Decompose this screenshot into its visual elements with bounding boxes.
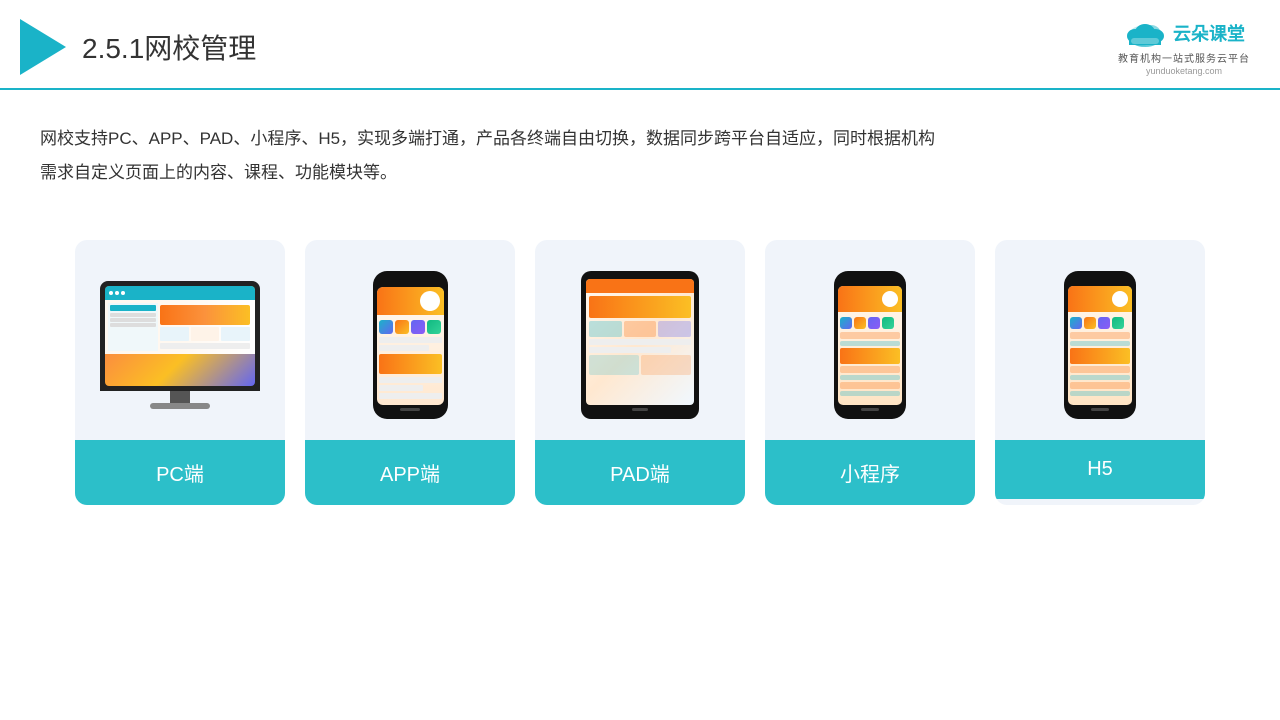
header-left: 2.5.1网校管理 (20, 19, 256, 75)
h5-avatar (1112, 291, 1128, 307)
card-h5-label: H5 (995, 440, 1205, 499)
mini-phone-screen-h5 (1068, 286, 1132, 405)
monitor-body (100, 281, 260, 391)
monitor-screen (105, 286, 255, 386)
page-title: 2.5.1网校管理 (82, 27, 256, 67)
description-line2: 需求自定义页面上的内容、课程、功能模块等。 (40, 156, 1060, 190)
monitor-stand (150, 403, 210, 409)
phone-home-app (400, 408, 420, 411)
card-pc-label: PC端 (75, 440, 285, 505)
monitor-neck (170, 391, 190, 403)
tablet-header (586, 279, 694, 293)
mp-avatar (882, 291, 898, 307)
device-mini-phone-mp (834, 271, 906, 419)
phone-notch (399, 279, 421, 284)
monitor-content (105, 300, 255, 354)
mini-phone-notch-mp (860, 279, 880, 283)
h5-content (1068, 312, 1132, 400)
mini-phone-home-h5 (1091, 408, 1109, 411)
device-mini-phone-h5 (1064, 271, 1136, 419)
app-banner (377, 287, 444, 315)
logo-area: 云朵课堂 教育机构一站式服务云平台 yunduoketang.com (1118, 18, 1250, 76)
phone-screen-app (377, 287, 444, 405)
app-content (377, 315, 444, 403)
mini-phone-home-mp (861, 408, 879, 411)
app-icons (379, 320, 442, 334)
mp-icons (840, 317, 900, 329)
monitor-bar (105, 286, 255, 300)
card-miniprogram-label: 小程序 (765, 440, 975, 505)
mp-banner (838, 286, 902, 312)
card-pad-label: PAD端 (535, 440, 745, 505)
card-pad: PAD端 (535, 240, 745, 505)
h5-icons (1070, 317, 1130, 329)
device-pc (100, 281, 260, 409)
logo-url: yunduoketang.com (1146, 66, 1222, 76)
description-area: 网校支持PC、APP、PAD、小程序、H5，实现多端打通，产品各终端自由切换，数… (0, 90, 1100, 206)
h5-banner (1068, 286, 1132, 312)
mp-content (838, 312, 902, 400)
device-phone-app (373, 271, 448, 419)
logo-text: 云朵课堂 (1173, 20, 1245, 46)
tablet-screen (586, 279, 694, 405)
description-line1: 网校支持PC、APP、PAD、小程序、H5，实现多端打通，产品各终端自由切换，数… (40, 122, 1060, 156)
card-pad-image (535, 240, 745, 440)
cards-container: PC端 (0, 216, 1280, 535)
card-pc: PC端 (75, 240, 285, 505)
card-h5-image (995, 240, 1205, 440)
logo-cloud: 云朵课堂 (1123, 18, 1245, 48)
mini-phone-screen-mp (838, 286, 902, 405)
app-avatar (420, 291, 440, 311)
mini-phone-notch-h5 (1090, 279, 1110, 283)
card-miniprogram: 小程序 (765, 240, 975, 505)
logo-tagline: 教育机构一站式服务云平台 (1118, 50, 1250, 65)
tablet-home (632, 408, 648, 411)
page-header: 2.5.1网校管理 云朵课堂 教育机构一站式服务云平台 yunduoketang… (0, 0, 1280, 90)
card-app-image (305, 240, 515, 440)
card-miniprogram-image (765, 240, 975, 440)
card-pc-image (75, 240, 285, 440)
card-h5: H5 (995, 240, 1205, 505)
device-tablet (581, 271, 699, 419)
card-app: APP端 (305, 240, 515, 505)
cloud-icon (1123, 18, 1167, 48)
play-icon (20, 19, 66, 75)
card-app-label: APP端 (305, 440, 515, 505)
